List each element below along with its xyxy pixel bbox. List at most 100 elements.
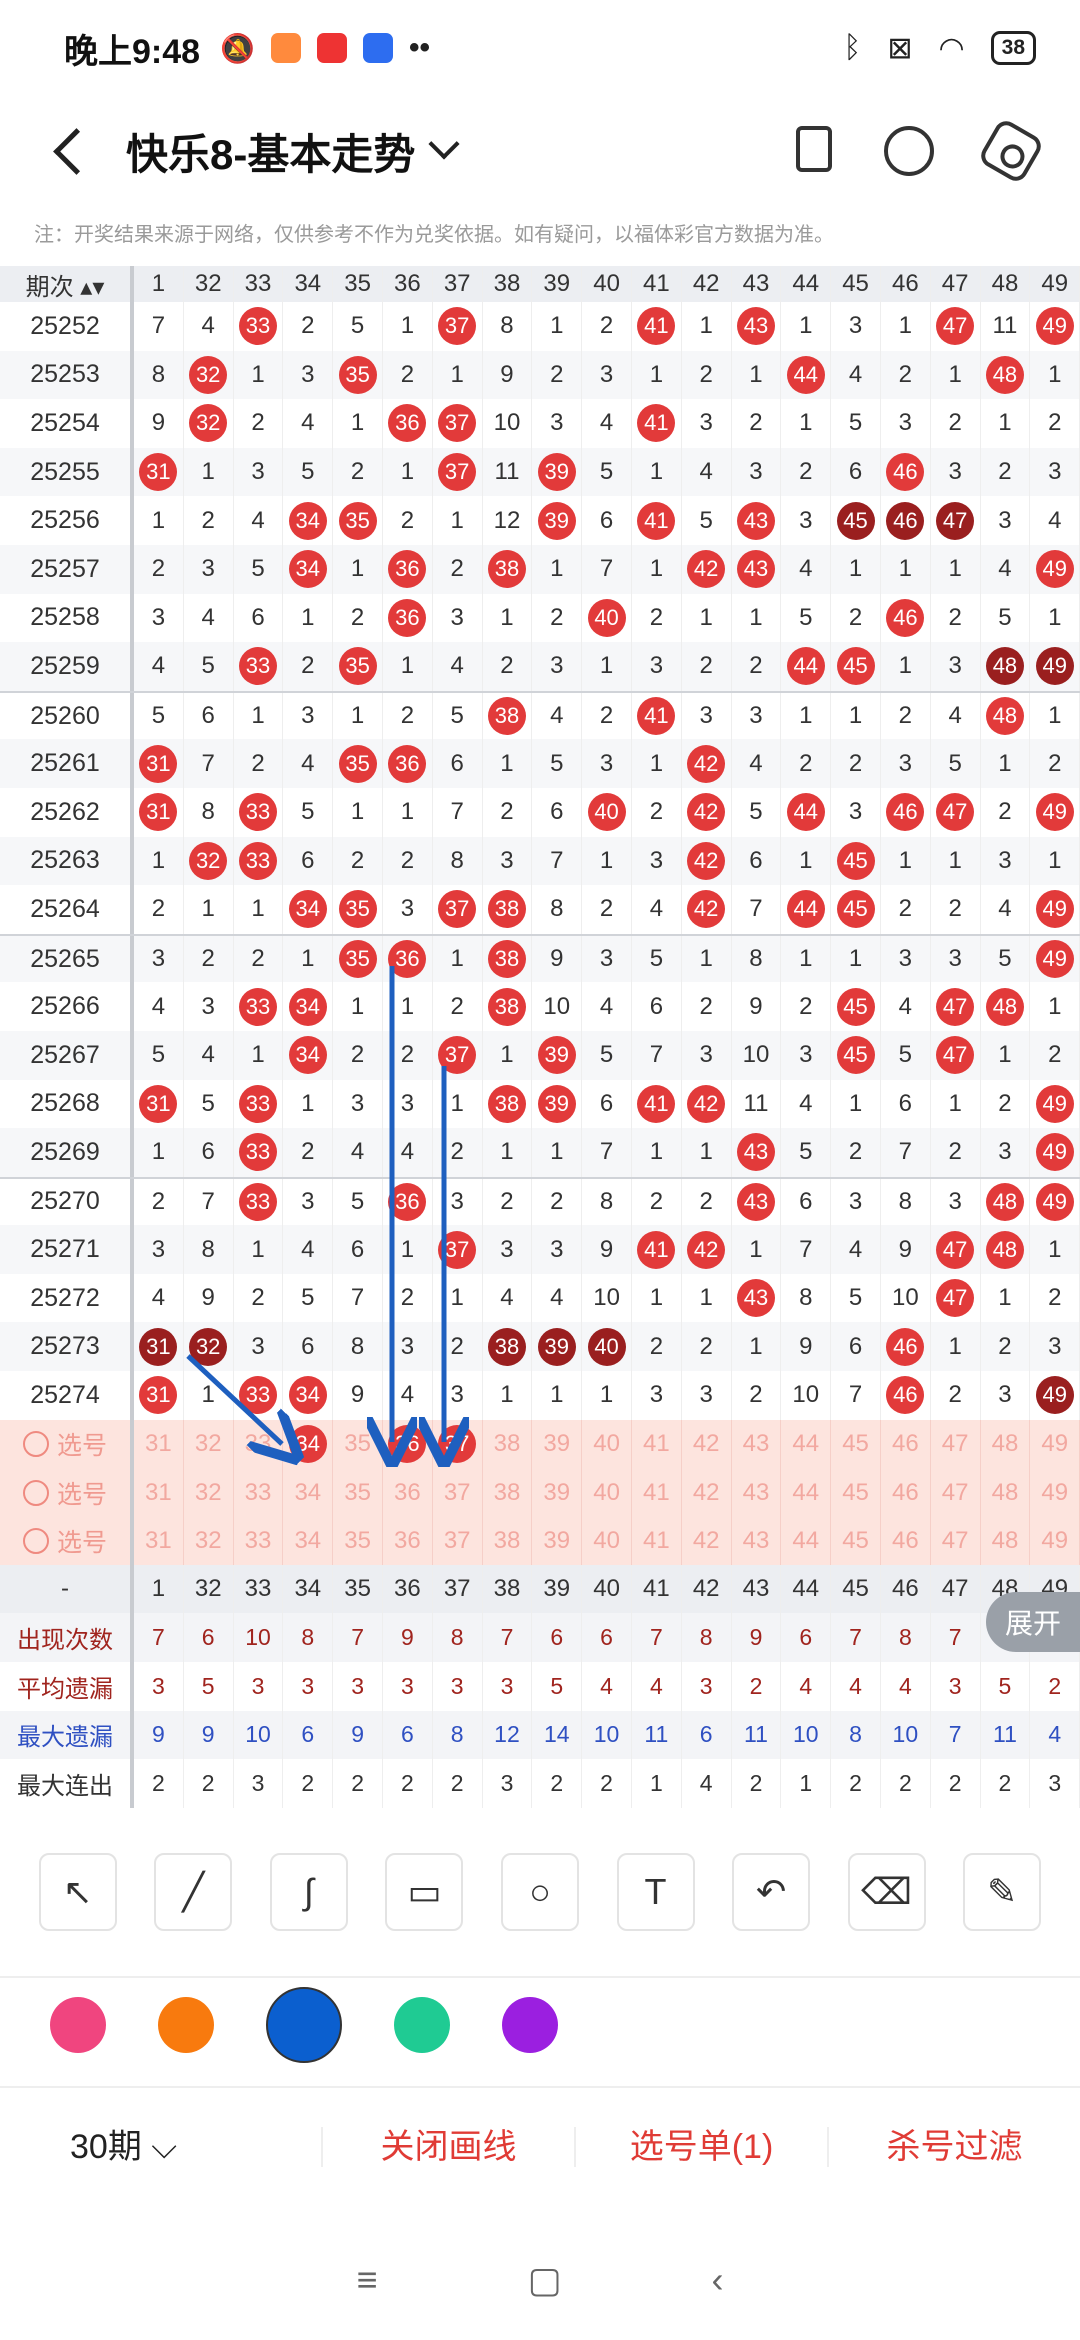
select-number-cell[interactable]: 42 [682,1516,732,1566]
period-header[interactable]: 期次 ▴▾ [0,266,134,302]
select-number-cell[interactable]: 35 [333,1516,383,1566]
selected-number-ball[interactable]: 37 [438,1424,477,1463]
select-number-cell[interactable]: 41 [632,1468,682,1517]
select-number-cell[interactable]: 49 [1030,1516,1080,1566]
select-number-cell[interactable]: 47 [931,1516,981,1566]
select-number-cell[interactable]: 43 [732,1419,782,1469]
select-number-cell[interactable]: 44 [781,1419,832,1469]
select-number-cell[interactable]: 37 [433,1419,483,1469]
eraser-icon[interactable]: ⌫ [847,1853,926,1931]
select-number-cell[interactable]: 48 [981,1468,1031,1517]
select-number-cell[interactable]: 41 [632,1516,682,1566]
chevron-down-icon[interactable] [428,128,460,160]
radio-circle-icon[interactable] [22,1430,49,1457]
kill-filter-button[interactable]: 杀号过滤 [827,2127,1080,2167]
color-swatch[interactable] [158,1997,214,2053]
select-number-cell[interactable]: 45 [831,1516,881,1566]
number-cell: 2 [383,836,433,886]
select-number-cell[interactable]: 41 [632,1419,682,1469]
select-number-cell[interactable]: 34 [283,1516,334,1566]
select-number-cell[interactable]: 40 [582,1419,632,1469]
select-number-cell[interactable]: 49 [1030,1419,1080,1469]
select-number-cell[interactable]: 31 [134,1516,184,1566]
select-list-button[interactable]: 选号单(1) [574,2127,827,2167]
back-button[interactable] [40,121,100,181]
screen-mode-icon[interactable] [796,126,832,172]
rectangle-tool-icon[interactable]: ▭ [385,1853,464,1931]
settings-icon[interactable] [976,116,1046,186]
select-number-cell[interactable]: 44 [781,1516,832,1566]
number-cell: 2 [483,1178,533,1226]
menu-icon[interactable]: ≡ [356,2259,377,2301]
page-title[interactable]: 快乐8-基本走势 [126,121,415,182]
select-number-cell[interactable]: 36 [383,1516,433,1566]
period-cell: 25256 [0,496,134,545]
expand-button[interactable]: 展开 [986,1592,1080,1652]
radio-circle-icon[interactable] [22,1528,49,1555]
circle-tool-icon[interactable]: ○ [500,1853,579,1931]
color-swatch[interactable] [502,1997,558,2053]
select-number-cell[interactable]: 48 [981,1516,1031,1566]
select-number-cell[interactable]: 45 [831,1468,881,1517]
select-number-cell[interactable]: 38 [483,1468,533,1517]
number-cell: 1 [234,692,284,740]
select-number-cell[interactable]: 34 [283,1468,334,1517]
select-number-cell[interactable]: 39 [532,1468,583,1517]
selected-number-ball[interactable]: 36 [388,1424,427,1463]
select-number-cell[interactable]: 31 [134,1419,184,1469]
line-tool-icon[interactable]: ╱ [154,1853,233,1931]
select-number-cell[interactable]: 49 [1030,1468,1080,1517]
share-icon[interactable] [884,126,934,176]
select-number-cell[interactable]: 36 [383,1468,433,1517]
clear-brush-icon[interactable]: ✎ [963,1853,1042,1931]
curve-tool-icon[interactable]: ∫ [269,1853,348,1931]
select-number-cell[interactable]: 42 [682,1419,732,1469]
select-row-label[interactable]: 选号 [0,1468,134,1517]
select-number-cell[interactable]: 40 [582,1468,632,1517]
undo-icon[interactable]: ↶ [732,1853,811,1931]
select-number-cell[interactable]: 35 [333,1419,383,1469]
select-number-cell[interactable]: 34 [283,1419,334,1469]
select-number-cell[interactable]: 46 [881,1419,931,1469]
select-number-cell[interactable]: 43 [732,1468,782,1517]
select-number-cell[interactable]: 36 [383,1419,433,1469]
select-number-cell[interactable]: 32 [184,1516,234,1566]
select-number-cell[interactable]: 32 [184,1468,234,1517]
select-number-cell[interactable]: 48 [981,1419,1031,1469]
select-number-cell[interactable]: 39 [532,1419,583,1469]
select-number-cell[interactable]: 39 [532,1516,583,1566]
select-number-cell[interactable]: 32 [184,1419,234,1469]
number-cell: 1 [333,692,383,740]
select-number-cell[interactable]: 47 [931,1468,981,1517]
color-swatch[interactable] [394,1997,450,2053]
select-number-cell[interactable]: 33 [234,1468,284,1517]
select-number-cell[interactable]: 35 [333,1468,383,1517]
select-number-cell[interactable]: 38 [483,1516,533,1566]
select-number-cell[interactable]: 46 [881,1516,931,1566]
select-number-cell[interactable]: 31 [134,1468,184,1517]
select-number-cell[interactable]: 37 [433,1516,483,1566]
select-number-cell[interactable]: 44 [781,1468,832,1517]
select-number-cell[interactable]: 47 [931,1419,981,1469]
select-number-cell[interactable]: 45 [831,1419,881,1469]
select-number-cell[interactable]: 42 [682,1468,732,1517]
select-number-cell[interactable]: 33 [234,1516,284,1566]
arrow-tool-icon[interactable]: ↖ [38,1853,117,1931]
home-icon[interactable]: ▢ [528,2259,562,2301]
select-row-label[interactable]: 选号 [0,1516,134,1566]
select-number-cell[interactable]: 46 [881,1468,931,1517]
select-number-cell[interactable]: 40 [582,1516,632,1566]
period-selector[interactable]: 30期 ⌵ [0,2127,321,2167]
color-swatch[interactable] [50,1997,106,2053]
select-number-cell[interactable]: 33 [234,1419,284,1469]
back-nav-icon[interactable]: ‹ [712,2259,724,2301]
text-tool-icon[interactable]: T [616,1853,695,1931]
close-draw-button[interactable]: 关闭画线 [321,2127,574,2167]
select-number-cell[interactable]: 38 [483,1419,533,1469]
selected-number-ball[interactable]: 34 [288,1424,327,1463]
select-number-cell[interactable]: 43 [732,1516,782,1566]
color-swatch[interactable] [266,1987,342,2063]
select-number-cell[interactable]: 37 [433,1468,483,1517]
radio-circle-icon[interactable] [22,1479,49,1506]
select-row-label[interactable]: 选号 [0,1419,134,1469]
